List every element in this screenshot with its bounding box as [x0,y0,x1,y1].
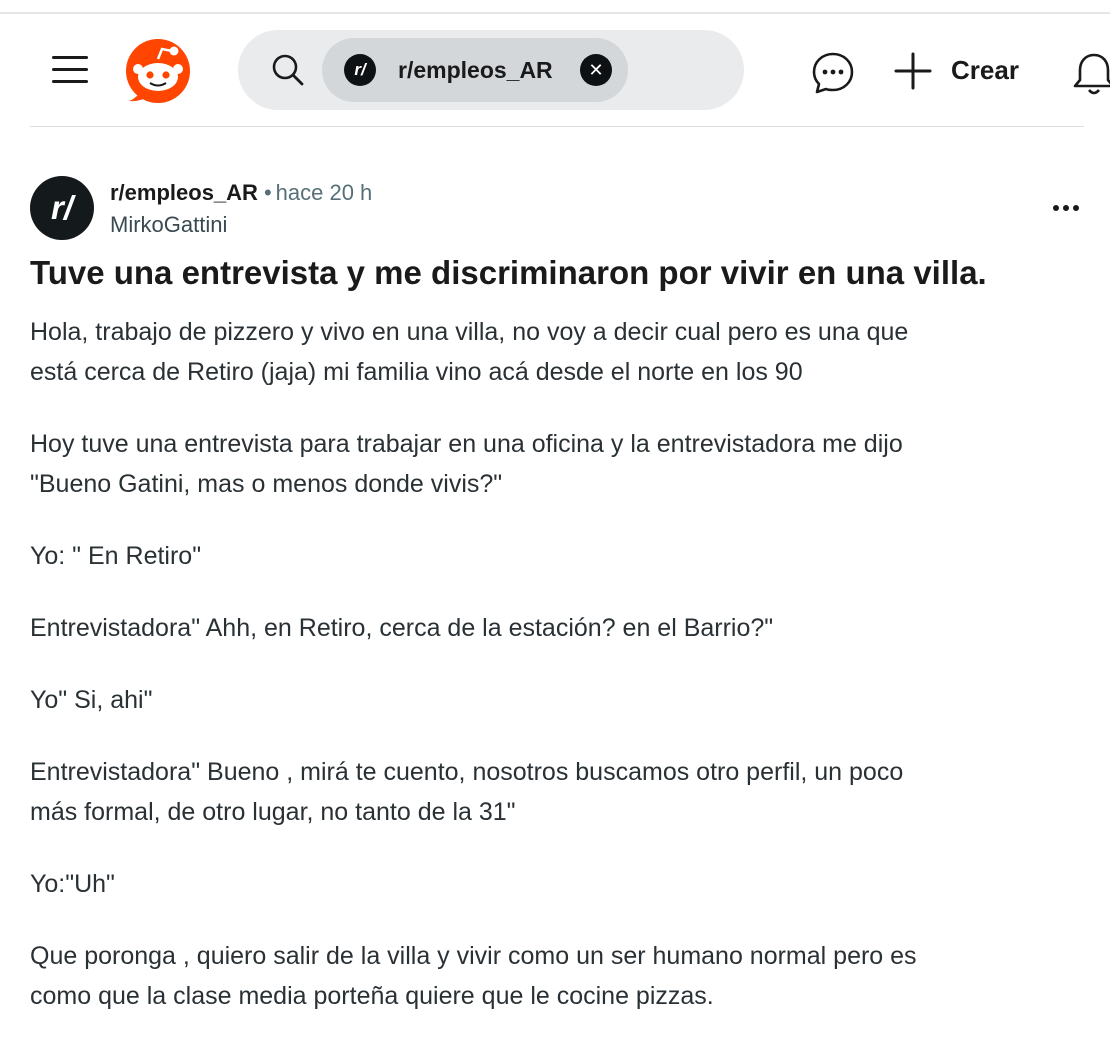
post-paragraph: Hola, trabajo de pizzero y vivo en una v… [30,318,909,386]
reddit-logo[interactable] [125,38,191,104]
post-paragraph: Entrevistadora" Bueno , mirá te cuento, … [30,758,904,826]
post-title: Tuve una entrevista y me discriminaron p… [30,254,987,291]
create-label: Crear [951,55,1019,85]
post-body: Hola, trabajo de pizzero y vivo en una v… [30,312,1090,1048]
post-paragraph: Hoy tuve una entrevista para trabajar en… [30,430,903,498]
search-icon [272,54,304,86]
chat-icon[interactable] [810,50,856,96]
post-meta: r/empleos_AR • hace 20 h [110,178,372,208]
post-author[interactable]: MirkoGattini [110,210,227,240]
post-time: hace 20 h [275,180,373,205]
subreddit-avatar[interactable]: r/ [30,176,94,240]
subreddit-link[interactable]: r/empleos_AR [110,180,258,205]
post-paragraph: Yo" Si, ahi" [30,686,153,714]
close-icon[interactable]: ✕ [580,54,612,86]
post-paragraph: Que poronga , quiero salir de la villa y… [30,942,917,1010]
meta-separator: • [263,180,272,205]
more-options-icon[interactable] [1046,194,1086,222]
plus-icon [894,52,932,90]
community-search-chip[interactable]: r/ r/empleos_AR ✕ [322,38,628,102]
post-paragraph: Yo: " En Retiro" [30,542,202,570]
top-nav-bar: r/ r/empleos_AR ✕ Crear [0,14,1110,126]
post-paragraph: Entrevistadora" Ahh, en Retiro, cerca de… [30,614,774,642]
search-bar[interactable]: r/ r/empleos_AR ✕ [238,30,744,110]
bell-icon[interactable] [1072,50,1110,98]
post-paragraph: Yo:"Uh" [30,870,115,898]
header-divider [30,126,1084,127]
community-avatar: r/ [344,54,376,86]
community-chip-label: r/empleos_AR [398,57,553,83]
menu-icon[interactable] [50,54,90,86]
